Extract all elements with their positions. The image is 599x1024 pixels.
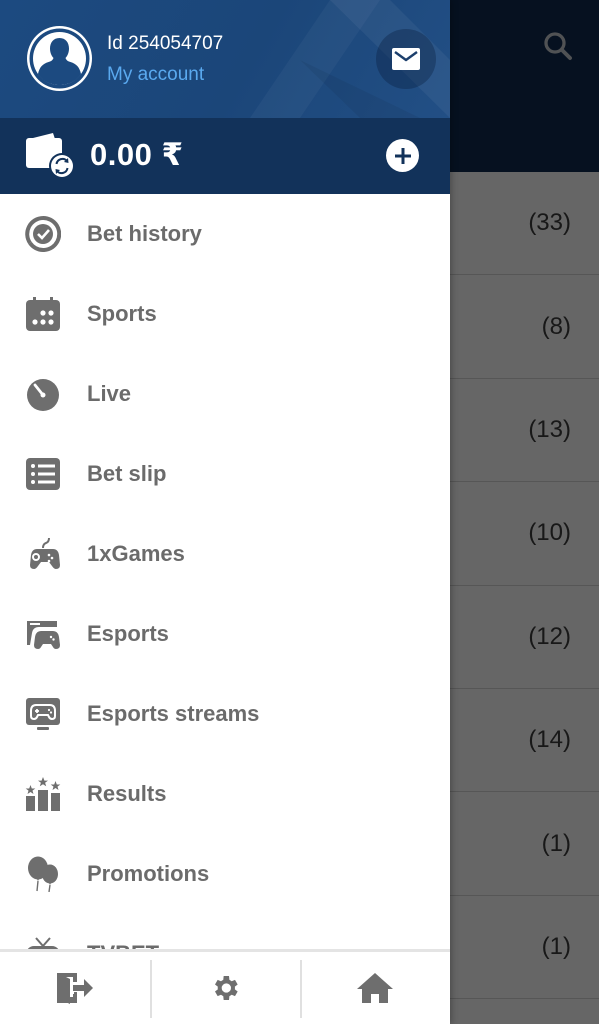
menu-item-label: Results (87, 781, 167, 806)
deposit-button[interactable] (386, 139, 419, 172)
menu-item-label: Esports streams (87, 701, 260, 726)
navigation-drawer: Id 254054707 My account 0.00 ₹ Bet histo… (0, 0, 450, 1024)
gear-icon (215, 976, 238, 1000)
home-button[interactable] (300, 952, 450, 1024)
event-count: (10) (528, 519, 571, 547)
menu-item-esports[interactable]: Esports (0, 594, 450, 674)
results-podium-icon (25, 776, 61, 812)
event-count: (8) (541, 312, 571, 340)
menu-item-sports[interactable]: Sports (0, 274, 450, 354)
logout-button[interactable] (0, 952, 150, 1024)
logout-icon (57, 973, 93, 1004)
event-count: (12) (528, 622, 571, 650)
menu-item-label: Bet slip (87, 461, 167, 486)
drawer-bottom-bar (0, 949, 450, 1024)
menu-item-live[interactable]: Live (0, 354, 450, 434)
menu-item-promotions[interactable]: Promotions (0, 834, 450, 914)
menu-item-label: Sports (87, 301, 157, 326)
gamepad-icon (25, 536, 61, 572)
menu-item-label: Esports (87, 621, 169, 646)
avatar[interactable] (27, 26, 92, 91)
event-count: (13) (528, 415, 571, 443)
event-count: (1) (541, 829, 571, 857)
calendar-icon (25, 296, 61, 332)
home-icon (357, 973, 393, 1003)
my-account-link[interactable]: My account (107, 64, 204, 86)
drawer-menu: Bet history Sports Live Bet slip 1xGames (0, 194, 450, 994)
event-count: (1) (541, 932, 571, 960)
menu-item-label: Live (87, 381, 132, 406)
esports-icon (25, 616, 61, 652)
user-silhouette-icon (29, 28, 90, 89)
list-icon (25, 456, 61, 492)
menu-item-results[interactable]: Results (0, 754, 450, 834)
menu-item-1xgames[interactable]: 1xGames (0, 514, 450, 594)
menu-item-label: Promotions (87, 861, 210, 886)
profile-header: Id 254054707 My account (0, 0, 450, 118)
settings-button[interactable] (150, 952, 300, 1024)
balance-bar: 0.00 ₹ (0, 118, 450, 194)
menu-item-bet-slip[interactable]: Bet slip (0, 434, 450, 514)
search-icon[interactable] (540, 28, 576, 64)
messages-button[interactable] (376, 29, 436, 89)
menu-item-label: Bet history (87, 221, 202, 246)
menu-item-bet-history[interactable]: Bet history (0, 194, 450, 274)
envelope-icon (392, 48, 420, 70)
esports-stream-icon (25, 696, 61, 732)
event-count: (14) (528, 726, 571, 754)
stopwatch-icon (25, 376, 61, 412)
wallet-refresh-icon[interactable] (25, 131, 77, 181)
event-count: (33) (528, 209, 571, 237)
bet-history-icon (25, 216, 61, 252)
menu-item-label: 1xGames (87, 541, 185, 566)
menu-item-esports-streams[interactable]: Esports streams (0, 674, 450, 754)
balloons-icon (25, 856, 61, 892)
plus-circle-icon (394, 147, 411, 164)
user-id: Id 254054707 (107, 33, 224, 54)
balance-amount: 0.00 ₹ (90, 137, 184, 172)
